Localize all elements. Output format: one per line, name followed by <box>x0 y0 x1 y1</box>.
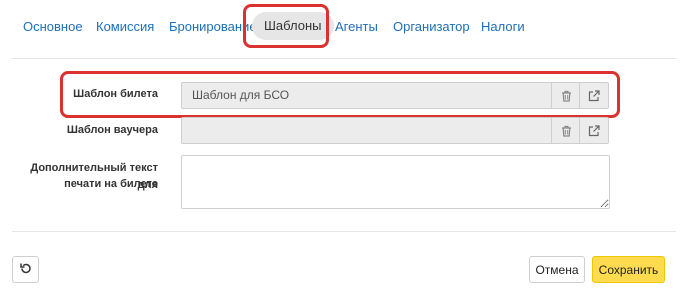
external-link-icon[interactable] <box>579 83 608 108</box>
tab-agents[interactable]: Агенты <box>335 19 378 35</box>
extra-text-label-line2: печати на билете <box>64 178 158 190</box>
voucher-template-label: Шаблон ваучера <box>66 124 158 136</box>
tab-taxes[interactable]: Налоги <box>481 19 525 35</box>
ticket-template-label: Шаблон билета <box>73 88 158 100</box>
save-button[interactable]: Сохранить <box>592 256 665 283</box>
divider <box>12 231 676 232</box>
ticket-template-value: Шаблон для БСО <box>192 88 290 102</box>
tab-commission[interactable]: Комиссия <box>96 19 154 35</box>
trash-icon[interactable] <box>551 83 580 108</box>
undo-icon <box>19 262 32 277</box>
ticket-template-field[interactable]: Шаблон для БСО <box>181 82 609 109</box>
external-link-icon[interactable] <box>579 118 608 143</box>
tab-main[interactable]: Основное <box>23 19 83 35</box>
trash-icon[interactable] <box>551 118 580 143</box>
extra-text-textarea[interactable] <box>181 155 610 209</box>
divider <box>12 58 676 59</box>
cancel-button[interactable]: Отмена <box>529 256 585 283</box>
tab-organizer[interactable]: Организатор <box>393 19 470 35</box>
voucher-template-field[interactable] <box>181 117 609 144</box>
reset-button[interactable] <box>12 256 39 283</box>
highlight-templates-tab <box>243 4 329 48</box>
